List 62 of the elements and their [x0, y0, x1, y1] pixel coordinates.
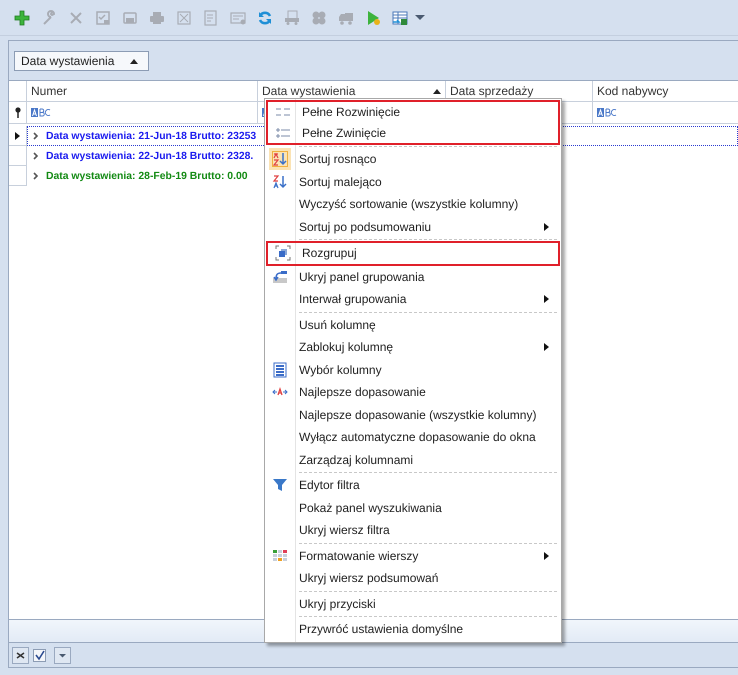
menu-item[interactable]: Sortuj malejąco	[265, 170, 561, 193]
close-icon	[16, 650, 25, 660]
expand-chevron-icon[interactable]	[33, 152, 39, 160]
sort-descending-icon	[272, 174, 288, 190]
clear-filter-button[interactable]	[12, 646, 29, 664]
menu-item[interactable]: Zablokuj kolumnę	[265, 336, 561, 358]
checkbox[interactable]	[33, 648, 46, 662]
menu-item[interactable]: Wyłącz automatyczne dopasowanie do okna	[265, 426, 561, 448]
menu-item[interactable]: Usuń kolumnę	[265, 314, 561, 336]
group-panel-icon	[272, 268, 288, 285]
menu-item[interactable]: Wybór kolumny	[265, 358, 561, 381]
menu-item[interactable]: Rozgrupuj	[268, 243, 558, 264]
ungroup-icon	[275, 245, 291, 262]
wrench-icon	[40, 10, 56, 26]
column-list-icon	[272, 362, 288, 378]
crossed-document-icon	[176, 10, 192, 26]
expand-chevron-icon[interactable]	[33, 172, 39, 180]
delete-icon	[68, 10, 84, 26]
menu-item[interactable]: Najlepsze dopasowanie	[265, 381, 561, 404]
menu-item[interactable]: Wyczyść sortowanie (wszystkie kolumny)	[265, 193, 561, 216]
menu-item[interactable]: Pełne Zwinięcie	[268, 122, 558, 143]
sort-ascending-icon	[272, 151, 288, 168]
submenu-arrow-icon	[544, 552, 549, 560]
add-icon	[14, 10, 30, 26]
menu-item[interactable]: Ukryj wiersz podsumowań	[265, 567, 561, 590]
menu-item[interactable]: Formatowanie wierszy	[265, 544, 561, 567]
caret-icon	[415, 15, 425, 20]
submenu-arrow-icon	[544, 295, 549, 304]
menu-item[interactable]: Edytor filtra	[265, 474, 561, 496]
pin-icon	[14, 107, 22, 118]
filter-icon	[272, 477, 288, 494]
save-icon	[122, 10, 138, 26]
submenu-arrow-icon	[544, 222, 549, 231]
expand-chevron-icon[interactable]	[33, 132, 39, 140]
menu-item[interactable]: Pełne Rozwinięcie	[268, 102, 558, 122]
menu-item[interactable]: Sortuj rosnąco	[265, 148, 561, 170]
sort-ascending-icon	[433, 88, 441, 94]
menu-item[interactable]: Ukryj przyciski	[265, 592, 561, 615]
document-icon	[202, 10, 218, 26]
text-filter-icon	[597, 108, 617, 117]
menu-item[interactable]: Interwał grupowania	[265, 288, 561, 310]
group-row-text: Data wystawienia: 28-Feb-19 Brutto: 0.00	[46, 170, 248, 182]
text-filter-icon	[31, 108, 51, 117]
card-icon	[230, 10, 246, 26]
menu-item[interactable]: Pokaż panel wyszukiwania	[265, 496, 561, 519]
color-grid-icon	[272, 548, 288, 564]
group-row-text: Data wystawienia: 22-Jun-18 Brutto: 2328.	[46, 150, 254, 162]
refresh-icon	[256, 10, 272, 26]
save-check-icon	[94, 10, 110, 26]
menu-item[interactable]: Sortuj po podsumowaniu	[265, 216, 561, 238]
group-column-chip[interactable]: Data wystawienia	[14, 50, 150, 70]
group-row-text: Data wystawienia: 21-Jun-18 Brutto: 23253	[46, 130, 256, 142]
dropdown-button[interactable]	[54, 646, 71, 664]
submenu-arrow-icon	[544, 343, 549, 352]
table-export-icon	[392, 10, 408, 26]
menu-item[interactable]: Ukryj panel grupowania	[265, 266, 561, 288]
printer-icon	[148, 10, 164, 26]
row-indicator[interactable]	[9, 126, 27, 146]
menu-item[interactable]: Ukryj wiersz filtra	[265, 519, 561, 542]
menu-item[interactable]: Najlepsze dopasowanie (wszystkie kolumny)	[265, 404, 561, 426]
menu-item[interactable]: Zarządzaj kolumnami	[265, 448, 561, 471]
truck-icon	[284, 10, 300, 26]
